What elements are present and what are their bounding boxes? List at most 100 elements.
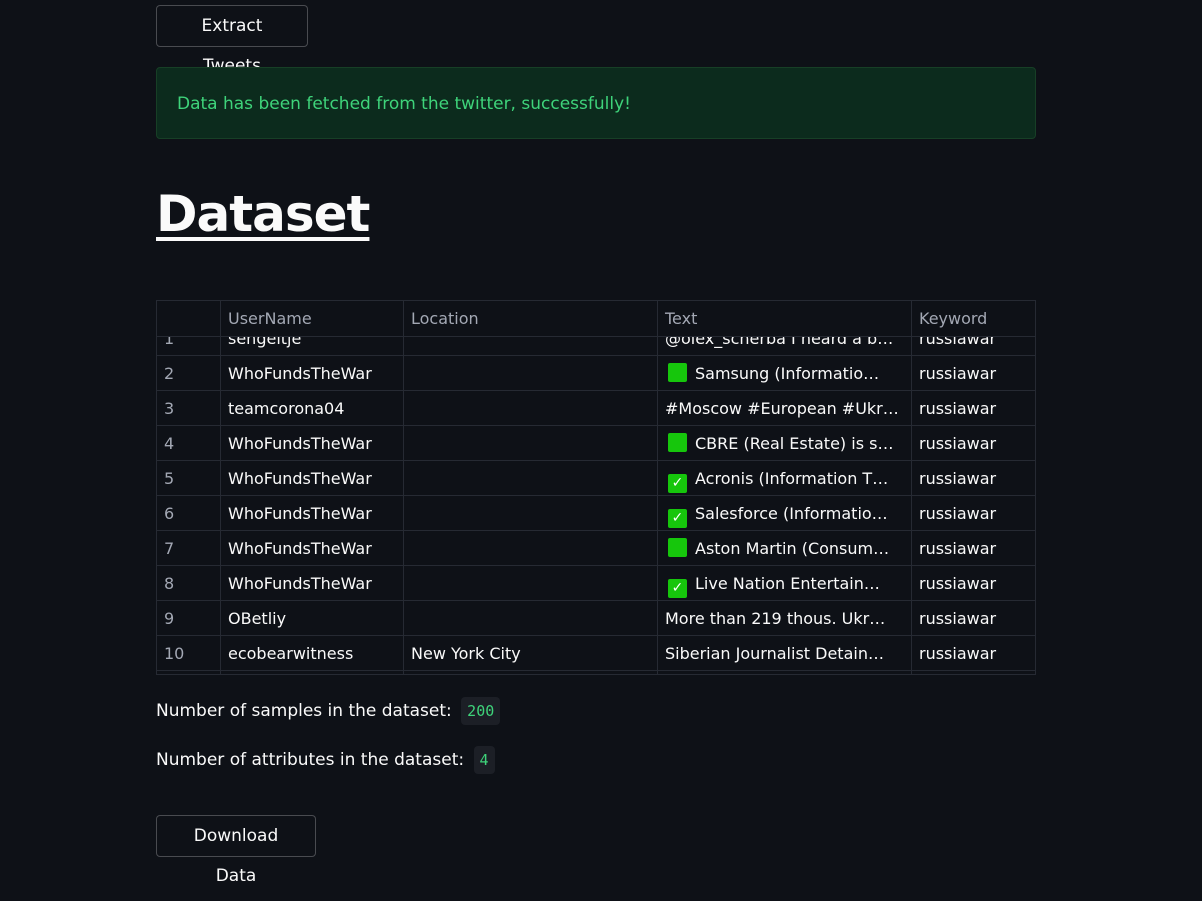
row-index[interactable]: 10 <box>157 636 221 671</box>
username-cell[interactable]: teamcorona04 <box>221 391 404 426</box>
username-cell-value: WhoFundsTheWar <box>228 364 372 383</box>
text-cell[interactable]: ✓ Salesforce (Informatio… <box>658 496 912 531</box>
table-row[interactable]: 2 WhoFundsTheWar Samsung (Informatio… russi… <box>157 356 1035 391</box>
column-header-text[interactable]: Text <box>658 301 912 336</box>
location-cell[interactable] <box>404 671 658 674</box>
username-cell-value: teamcorona04 <box>228 399 345 418</box>
username-cell[interactable] <box>221 671 404 674</box>
green-square-icon <box>668 433 687 452</box>
success-alert: Data has been fetched from the twitter, … <box>156 67 1036 139</box>
keyword-cell[interactable]: russiawar <box>912 461 1035 496</box>
row-index-value: 6 <box>164 504 175 523</box>
green-square-icon <box>668 363 687 382</box>
keyword-cell-value: russiawar <box>919 469 997 488</box>
keyword-cell[interactable]: russiawar <box>912 566 1035 601</box>
row-index[interactable]: 3 <box>157 391 221 426</box>
keyword-cell[interactable]: russiawar <box>912 356 1035 391</box>
location-cell[interactable]: New York City <box>404 636 658 671</box>
row-index[interactable]: 8 <box>157 566 221 601</box>
username-cell[interactable]: WhoFundsTheWar <box>221 426 404 461</box>
keyword-cell[interactable] <box>912 671 1035 674</box>
row-index[interactable]: 7 <box>157 531 221 566</box>
table-row[interactable]: 5 WhoFundsTheWar ✓ Acronis (Information T… r… <box>157 461 1035 496</box>
location-cell[interactable] <box>404 391 658 426</box>
text-cell[interactable]: ✓ Live Nation Entertain… <box>658 566 912 601</box>
keyword-cell[interactable]: russiawar <box>912 636 1035 671</box>
text-cell[interactable]: Siberian Journalist Detain… <box>658 636 912 671</box>
text-cell[interactable]: #Moscow #European #Ukr… <box>658 391 912 426</box>
text-cell-value: Live Nation Entertain… <box>695 574 880 593</box>
text-cell[interactable] <box>658 671 912 674</box>
dataset-table[interactable]: UserName Location Text Keyword 1 sengeltj… <box>156 300 1036 675</box>
row-index[interactable]: 9 <box>157 601 221 636</box>
text-cell-value: #Moscow #European #Ukr… <box>665 399 899 418</box>
column-header-index[interactable] <box>157 301 221 336</box>
table-row[interactable]: 3 teamcorona04 #Moscow #European #Ukr… russ… <box>157 391 1035 426</box>
row-index[interactable]: 11 <box>157 671 221 674</box>
column-header-username[interactable]: UserName <box>221 301 404 336</box>
username-cell[interactable]: WhoFundsTheWar <box>221 356 404 391</box>
username-cell[interactable]: WhoFundsTheWar <box>221 531 404 566</box>
username-cell[interactable]: OBetliy <box>221 601 404 636</box>
table-row[interactable]: 8 WhoFundsTheWar ✓ Live Nation Entertain… ru… <box>157 566 1035 601</box>
row-index-value: 5 <box>164 469 175 488</box>
table-row[interactable]: 11 <box>157 671 1035 674</box>
row-index-value: 4 <box>164 434 175 453</box>
keyword-cell-value: russiawar <box>919 504 997 523</box>
samples-stat: Number of samples in the dataset: 200 <box>156 696 501 726</box>
location-cell-value: New York City <box>411 644 521 663</box>
table-row[interactable]: 6 WhoFundsTheWar ✓ Salesforce (Informatio… r… <box>157 496 1035 531</box>
text-cell[interactable]: CBRE (Real Estate) is s… <box>658 426 912 461</box>
keyword-cell[interactable]: russiawar <box>912 496 1035 531</box>
check-mark-icon: ✓ <box>668 474 687 493</box>
text-cell[interactable]: More than 219 thous. Ukr… <box>658 601 912 636</box>
row-index[interactable]: 4 <box>157 426 221 461</box>
row-index-value: 2 <box>164 364 175 383</box>
table-row[interactable]: 4 WhoFundsTheWar CBRE (Real Estate) is s… r… <box>157 426 1035 461</box>
username-cell[interactable]: WhoFundsTheWar <box>221 496 404 531</box>
keyword-cell[interactable]: russiawar <box>912 426 1035 461</box>
location-cell[interactable] <box>404 461 658 496</box>
column-header-keyword[interactable]: Keyword <box>912 301 1035 336</box>
table-row[interactable]: 7 WhoFundsTheWar Aston Martin (Consum… russ… <box>157 531 1035 566</box>
row-index[interactable]: 6 <box>157 496 221 531</box>
keyword-cell-value: russiawar <box>919 364 997 383</box>
location-cell[interactable] <box>404 356 658 391</box>
row-index[interactable]: 2 <box>157 356 221 391</box>
username-cell-value: ecobearwitness <box>228 644 354 663</box>
location-cell[interactable] <box>404 426 658 461</box>
column-header-location[interactable]: Location <box>404 301 658 336</box>
location-cell[interactable] <box>404 566 658 601</box>
download-data-button[interactable]: Download Data <box>156 815 316 886</box>
keyword-cell-value: russiawar <box>919 609 997 628</box>
username-cell[interactable]: WhoFundsTheWar <box>221 566 404 601</box>
keyword-cell[interactable]: russiawar <box>912 601 1035 636</box>
green-square-icon <box>668 538 687 557</box>
row-index-value: 9 <box>164 609 175 628</box>
table-row[interactable]: 9 OBetliy More than 219 thous. Ukr… russiaw… <box>157 601 1035 636</box>
username-cell-value: WhoFundsTheWar <box>228 539 372 558</box>
check-mark-icon: ✓ <box>668 509 687 528</box>
location-cell[interactable] <box>404 601 658 636</box>
location-cell[interactable] <box>404 531 658 566</box>
table-row[interactable]: 10 ecobearwitness New York City Siberian Jo… <box>157 636 1035 671</box>
keyword-cell[interactable]: russiawar <box>912 391 1035 426</box>
text-cell[interactable]: ✓ Acronis (Information T… <box>658 461 912 496</box>
extract-tweets-button[interactable]: Extract Tweets <box>156 5 308 76</box>
keyword-cell-value: russiawar <box>919 399 997 418</box>
location-cell[interactable] <box>404 496 658 531</box>
username-cell[interactable]: ecobearwitness <box>221 636 404 671</box>
text-cell[interactable]: Samsung (Informatio… <box>658 356 912 391</box>
keyword-cell[interactable]: russiawar <box>912 531 1035 566</box>
success-message: Data has been fetched from the twitter, … <box>177 94 631 114</box>
samples-label: Number of samples in the dataset: <box>156 701 452 721</box>
text-cell-value: Acronis (Information T… <box>695 469 889 488</box>
username-cell-value: WhoFundsTheWar <box>228 434 372 453</box>
username-cell[interactable]: WhoFundsTheWar <box>221 461 404 496</box>
row-index[interactable]: 5 <box>157 461 221 496</box>
keyword-cell-value: russiawar <box>919 574 997 593</box>
attributes-label: Number of attributes in the dataset: <box>156 750 465 770</box>
text-cell[interactable]: Aston Martin (Consum… <box>658 531 912 566</box>
attributes-value: 4 <box>473 746 495 774</box>
username-cell-value: WhoFundsTheWar <box>228 469 372 488</box>
